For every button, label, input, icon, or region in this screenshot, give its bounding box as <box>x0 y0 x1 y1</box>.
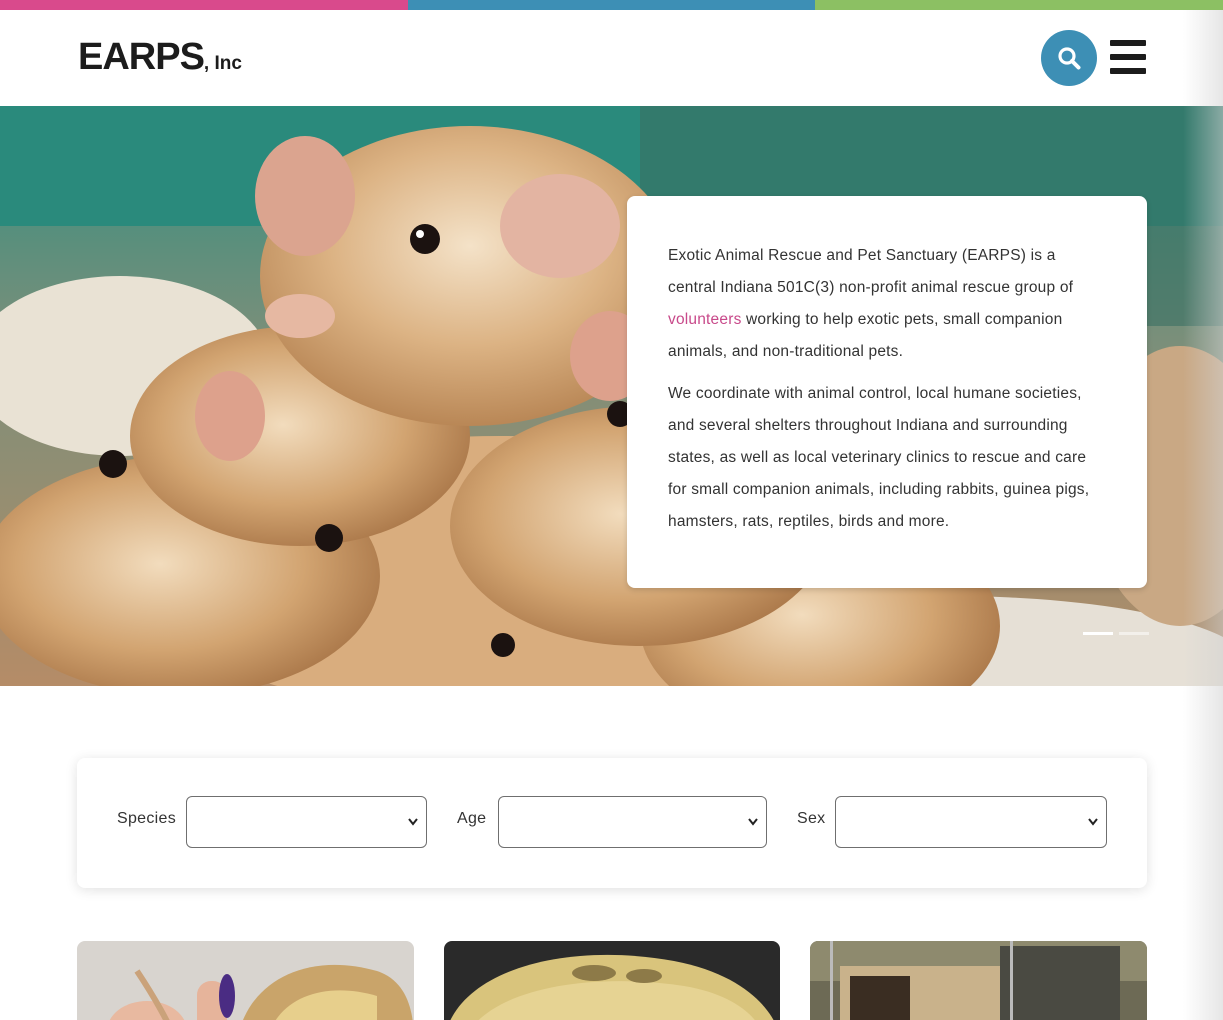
hero-slider: Exotic Animal Rescue and Pet Sanctuary (… <box>0 106 1223 686</box>
site-logo[interactable]: EARPS, Inc <box>78 36 242 79</box>
pet-card-1[interactable] <box>77 941 414 1020</box>
snake-hand-photo <box>77 941 414 1020</box>
slider-pagination <box>1083 632 1149 635</box>
slide-dot-2[interactable] <box>1119 632 1149 635</box>
color-bar-pink <box>0 0 408 10</box>
menu-line <box>1110 54 1146 60</box>
color-bar-blue <box>407 0 816 10</box>
python-photo <box>444 941 780 1020</box>
about-text-start: Exotic Animal Rescue and Pet Sanctuary (… <box>668 247 1074 296</box>
pet-card-3[interactable] <box>810 941 1147 1020</box>
sex-select[interactable] <box>835 796 1107 848</box>
pet-filter-panel: Species Age Sex <box>77 758 1147 888</box>
volunteers-link[interactable]: volunteers <box>668 311 742 328</box>
chevron-down-icon <box>408 818 418 826</box>
species-select[interactable] <box>186 796 427 848</box>
search-icon <box>1058 47 1081 70</box>
menu-line <box>1110 40 1146 46</box>
logo-suffix: , Inc <box>203 53 242 74</box>
about-paragraph-2: We coordinate with animal control, local… <box>668 385 1090 530</box>
about-paragraph-1: Exotic Animal Rescue and Pet Sanctuary (… <box>668 240 1107 368</box>
age-label: Age <box>457 810 487 827</box>
about-card: Exotic Animal Rescue and Pet Sanctuary (… <box>627 196 1147 588</box>
color-bar-green <box>815 0 1223 10</box>
sex-label: Sex <box>797 810 826 827</box>
slide-dot-1[interactable] <box>1083 632 1113 635</box>
search-button[interactable] <box>1041 30 1097 86</box>
age-select[interactable] <box>498 796 767 848</box>
chevron-down-icon <box>1088 818 1098 826</box>
enclosure-photo <box>810 941 1147 1020</box>
brand-color-bar <box>0 0 1223 10</box>
logo-name: EARPS <box>78 36 205 78</box>
pet-card-2[interactable] <box>444 941 780 1020</box>
chevron-down-icon <box>748 818 758 826</box>
site-header: EARPS, Inc <box>0 10 1223 106</box>
menu-line <box>1110 68 1146 74</box>
hamburger-menu-icon[interactable] <box>1110 40 1146 74</box>
species-label: Species <box>117 810 177 827</box>
